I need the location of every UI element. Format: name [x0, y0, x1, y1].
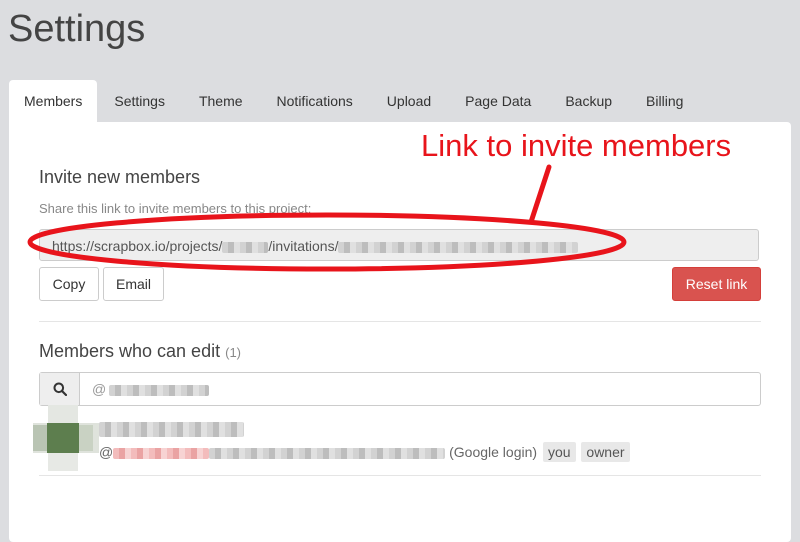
search-at-prefix: @ — [92, 381, 107, 397]
search-icon — [40, 373, 80, 405]
member-login-type: (Google login) — [449, 444, 538, 460]
member-count: (1) — [225, 345, 241, 360]
members-title-text: Members who can edit — [39, 341, 221, 361]
member-search-input[interactable]: @ — [80, 373, 760, 405]
redacted-project-name — [222, 241, 269, 253]
tab-page-data[interactable]: Page Data — [448, 80, 548, 122]
members-panel: Invite new members Share this link to in… — [9, 122, 791, 542]
invite-hint: Share this link to invite members to thi… — [39, 201, 312, 216]
tab-upload[interactable]: Upload — [370, 80, 448, 122]
section-divider — [39, 321, 761, 322]
settings-tabs: Members Settings Theme Notifications Upl… — [9, 80, 700, 122]
member-row: @ (Google login) you owner — [99, 442, 630, 462]
tab-notifications[interactable]: Notifications — [260, 80, 370, 122]
invite-title: Invite new members — [39, 167, 201, 187]
tab-theme[interactable]: Theme — [182, 80, 260, 122]
member-handle-prefix: @ — [99, 444, 114, 460]
avatar — [33, 405, 99, 471]
invite-link-mid: /invitations/ — [268, 238, 339, 254]
reset-link-button[interactable]: Reset link — [672, 267, 761, 301]
tab-billing[interactable]: Billing — [629, 80, 700, 122]
invite-link-field[interactable]: https://scrapbox.io/projects/ /invitation… — [39, 229, 759, 261]
redacted-member-email — [209, 447, 446, 459]
redacted-member-name — [99, 422, 244, 437]
redacted-invitation-token — [338, 241, 579, 253]
member-divider — [39, 475, 761, 476]
member-search: @ — [39, 372, 761, 406]
invite-link-prefix: https://scrapbox.io/projects/ — [52, 238, 223, 254]
owner-badge: owner — [581, 442, 630, 462]
tab-settings[interactable]: Settings — [97, 80, 182, 122]
redacted-member-handle — [113, 447, 210, 459]
copy-button[interactable]: Copy — [39, 267, 99, 301]
annotation-label: Link to invite members — [421, 128, 732, 163]
tab-backup[interactable]: Backup — [548, 80, 629, 122]
email-button[interactable]: Email — [103, 267, 164, 301]
page-title: Settings — [8, 8, 146, 50]
members-title: Members who can edit (1) — [39, 341, 241, 362]
tab-members[interactable]: Members — [9, 80, 98, 122]
redacted-search-text — [109, 384, 210, 396]
you-badge: you — [542, 442, 576, 462]
